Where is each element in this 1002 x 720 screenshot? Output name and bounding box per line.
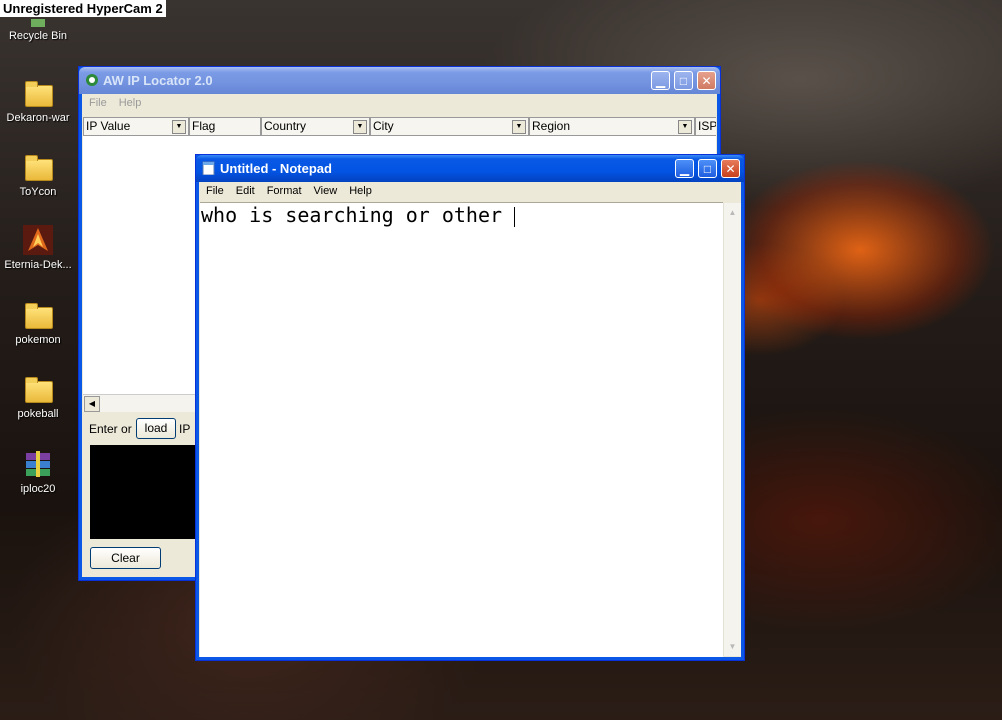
recorder-watermark: Unregistered HyperCam 2 [0,0,166,17]
menu-format[interactable]: Format [261,183,308,199]
scroll-left-icon[interactable]: ◀ [84,396,100,412]
eternia-app-icon [23,225,53,255]
minimize-icon: ▁ [679,162,690,176]
enter-label: Enter or [89,422,132,436]
notepad-app-icon [202,161,216,176]
ip-label: IP [179,422,191,436]
column-country[interactable]: Country ▼ [261,117,370,136]
column-label: ISP [698,119,716,133]
maximize-icon: □ [679,74,688,88]
dropdown-arrow-icon[interactable]: ▼ [172,120,186,134]
column-label: City [373,119,394,133]
window-title: AW IP Locator 2.0 [103,73,213,88]
menu-file[interactable]: File [83,95,113,111]
column-label: Country [264,119,307,133]
dropdown-arrow-icon[interactable]: ▼ [678,120,692,134]
menu-help[interactable]: Help [343,183,378,199]
text-caret [514,206,516,227]
ip-locator-app-icon [85,73,99,87]
desktop-icon-label: pokemon [15,334,61,346]
column-flag[interactable]: Flag [189,117,261,136]
desktop-icon-pokeball[interactable]: pokeball [0,374,76,420]
ip-locator-titlebar[interactable]: AW IP Locator 2.0 ▁ □ ✕ [79,67,720,94]
ip-input-box[interactable] [90,445,200,539]
notepad-content: who is searching or other [201,203,516,227]
scroll-down-icon[interactable]: ▼ [725,639,740,654]
clear-button[interactable]: Clear [90,547,161,569]
close-icon: ✕ [725,162,736,176]
column-label: Flag [192,119,216,133]
vertical-scrollbar[interactable]: ▲ ▼ [723,203,741,656]
desktop-icon-dekaron-war[interactable]: Dekaron-war [0,78,76,124]
load-button[interactable]: load [136,418,176,439]
scroll-up-icon[interactable]: ▲ [725,205,740,220]
results-header: IP Value ▼ Flag Country ▼ City ▼ Region ▼ IS… [83,117,716,136]
desktop-icon-label: Dekaron-war [6,112,70,124]
minimize-button[interactable]: ▁ [675,159,694,178]
desktop-icon-iploc20[interactable]: iploc20 [0,449,76,495]
winrar-archive-icon [23,449,53,479]
column-label: Region [532,119,571,133]
minimize-button[interactable]: ▁ [651,71,670,90]
maximize-icon: □ [703,162,712,176]
column-isp[interactable]: ISP [695,117,716,136]
menu-file[interactable]: File [200,183,230,199]
column-ip-value[interactable]: IP Value ▼ [83,117,189,136]
desktop-icon-label: ToYcon [19,186,57,198]
dropdown-arrow-icon[interactable]: ▼ [353,120,367,134]
minimize-icon: ▁ [655,74,666,88]
notepad-titlebar[interactable]: Untitled - Notepad ▁ □ ✕ [196,155,744,182]
folder-icon [23,78,53,108]
close-button[interactable]: ✕ [721,159,740,178]
maximize-button[interactable]: □ [698,159,717,178]
typed-text: who is searching or other [201,203,515,227]
window-title: Untitled - Notepad [220,161,332,176]
desktop-icon-label: Eternia-Dek... [4,259,72,271]
notepad-menubar: File Edit Format View Help [200,183,740,201]
menu-view[interactable]: View [308,183,344,199]
ip-locator-menubar: File Help [83,95,716,113]
menu-help[interactable]: Help [113,95,148,111]
desktop-icon-eternia-dekaron[interactable]: Eternia-Dek... [0,225,76,271]
folder-icon [23,374,53,404]
close-button[interactable]: ✕ [697,71,716,90]
desktop-icon-recycle-bin[interactable]: Recycle Bin [0,18,76,42]
notepad-window: Untitled - Notepad ▁ □ ✕ File Edit Format V… [195,154,745,661]
desktop-icon-toycon[interactable]: ToYcon [0,152,76,198]
desktop-icon-label: iploc20 [20,483,56,495]
column-city[interactable]: City ▼ [370,117,529,136]
folder-icon [23,152,53,182]
desktop-icon-pokemon[interactable]: pokemon [0,300,76,346]
notepad-text-area[interactable]: who is searching or other [200,202,723,657]
maximize-button[interactable]: □ [674,71,693,90]
desktop-icon-label: pokeball [17,408,59,420]
close-icon: ✕ [701,74,712,88]
menu-edit[interactable]: Edit [230,183,261,199]
column-region[interactable]: Region ▼ [529,117,695,136]
dropdown-arrow-icon[interactable]: ▼ [512,120,526,134]
desktop-icon-label: Recycle Bin [8,30,68,42]
column-label: IP Value [86,119,131,133]
folder-icon [23,300,53,330]
recycle-bin-icon [23,18,53,27]
